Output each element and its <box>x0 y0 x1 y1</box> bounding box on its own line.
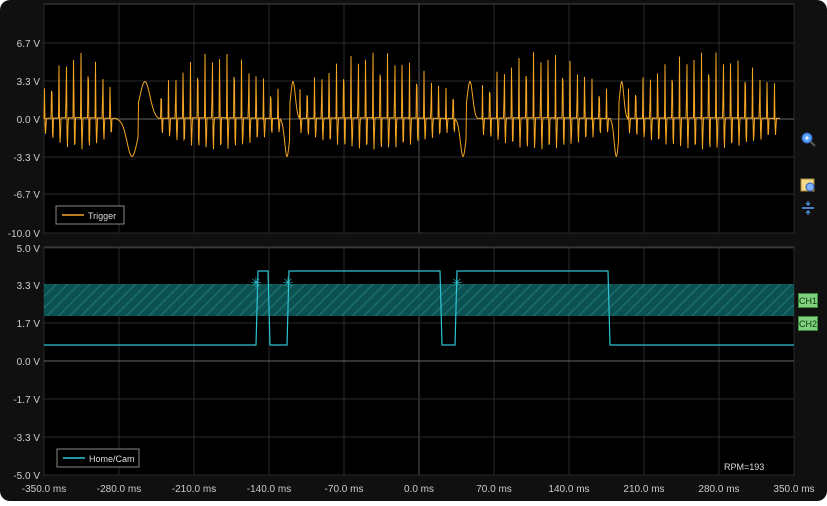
y-tick-label: -6.7 V <box>13 190 40 201</box>
ch2-tag[interactable]: CH2 <box>798 316 818 331</box>
x-tick-label: -350.0 ms <box>22 484 66 495</box>
x-tick-label: -280.0 ms <box>97 484 141 495</box>
ch1-tag[interactable]: CH1 <box>798 293 818 308</box>
trigger-legend-label: Trigger <box>88 211 116 221</box>
x-tick-label: 350.0 ms <box>773 484 814 495</box>
x-tick-label: 0.0 ms <box>404 484 434 495</box>
x-tick-label: -70.0 ms <box>325 484 364 495</box>
scope-canvas[interactable]: ✳ ✳ ✳ -350.0 ms -280.0 ms -210.0 ms -140.0 ms… <box>0 0 827 501</box>
y-tick-label: -1.7 V <box>13 395 40 406</box>
y-tick-label: 3.3 V <box>17 281 41 292</box>
cam-legend: Home/Cam <box>56 448 140 468</box>
x-tick-label: 280.0 ms <box>698 484 739 495</box>
x-tick-label: -140.0 ms <box>247 484 291 495</box>
split-view-icon <box>802 201 814 215</box>
y-tick-label: 0.0 V <box>17 115 41 126</box>
threshold-band <box>44 284 794 316</box>
y-tick-label: 3.3 V <box>17 77 41 88</box>
y-tick-label: -3.3 V <box>13 433 40 444</box>
y-tick-label: -10.0 V <box>8 229 41 240</box>
y-tick-label: 0.0 V <box>17 357 41 368</box>
x-tick-label: -210.0 ms <box>172 484 216 495</box>
y-tick-label: 6.7 V <box>17 39 41 50</box>
x-tick-label: 140.0 ms <box>548 484 589 495</box>
x-tick-label: 70.0 ms <box>476 484 512 495</box>
y-tick-label: 1.7 V <box>17 319 41 330</box>
zoom-camera-button[interactable] <box>799 176 817 194</box>
trigger-marker: ✳ <box>251 275 262 290</box>
zoom-camera-icon <box>800 178 815 192</box>
rpm-readout: RPM=193 <box>724 462 764 472</box>
x-tick-label: 210.0 ms <box>623 484 664 495</box>
y-tick-label: 5.0 V <box>17 244 41 255</box>
zoom-in-icon <box>801 132 816 147</box>
split-view-button[interactable] <box>799 199 817 217</box>
oscilloscope-window: ✳ ✳ ✳ -350.0 ms -280.0 ms -210.0 ms -140.0 ms… <box>0 0 827 501</box>
trigger-marker: ✳ <box>283 275 294 290</box>
cam-legend-label: Home/Cam <box>89 454 135 464</box>
zoom-in-button[interactable] <box>799 130 817 148</box>
y-tick-label: -5.0 V <box>13 471 40 482</box>
y-tick-label: -3.3 V <box>13 153 40 164</box>
trigger-legend: Trigger <box>55 205 125 225</box>
trigger-marker: ✳ <box>452 275 463 290</box>
